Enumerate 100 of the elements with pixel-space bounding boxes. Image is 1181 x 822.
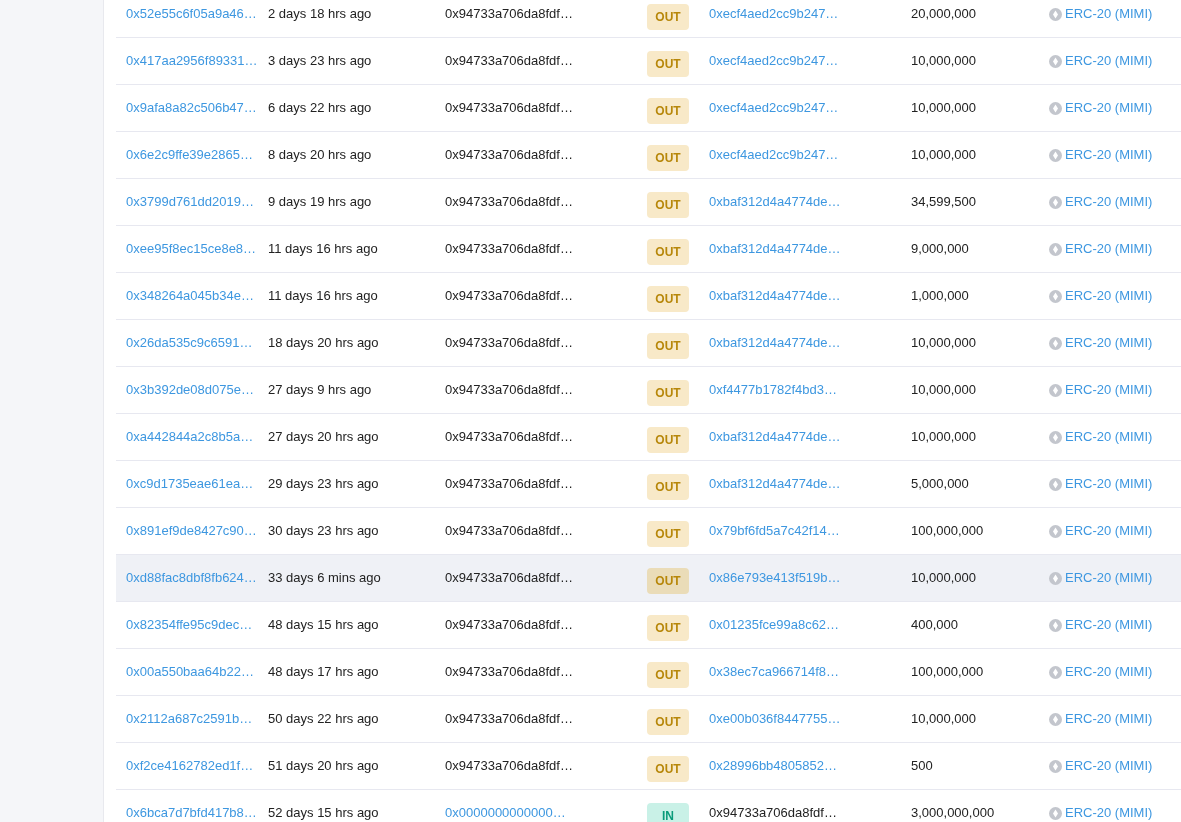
direction-tag: OUT <box>647 426 689 453</box>
to-link[interactable]: 0x86e793e413f519b… <box>709 570 841 586</box>
transaction-hash-link[interactable]: 0x52e55c6f05a9a46… <box>126 6 257 22</box>
amount-text: 100,000,000 <box>911 523 984 539</box>
from-link[interactable]: 0x0000000000000… <box>445 805 566 821</box>
to-link[interactable]: 0xbaf312d4a4774de… <box>709 241 841 257</box>
token-icon <box>1049 524 1062 538</box>
transaction-hash-link[interactable]: 0x6e2c9ffe39e2865… <box>126 147 253 163</box>
from-address: 0x94733a706da8fdf… <box>445 194 573 210</box>
from-address: 0x94733a706da8fdf… <box>445 241 573 257</box>
token-link[interactable]: ERC-20 (MIMI) <box>1065 239 1153 259</box>
age-text: 29 days 23 hrs ago <box>268 476 379 492</box>
direction-tag: OUT <box>647 755 689 782</box>
transaction-hash-link[interactable]: 0xee95f8ec15ce8e8… <box>126 241 257 257</box>
token-icon <box>1049 148 1062 162</box>
from-address: 0x94733a706da8fdf… <box>445 570 573 586</box>
token-link[interactable]: ERC-20 (MIMI) <box>1065 286 1153 306</box>
transaction-hash-link[interactable]: 0x3799d761dd2019… <box>126 194 254 210</box>
age-text: 50 days 22 hrs ago <box>268 711 379 727</box>
token-link[interactable]: ERC-20 (MIMI) <box>1065 427 1153 447</box>
from-address: 0x94733a706da8fdf… <box>445 758 573 774</box>
direction-tag: OUT <box>647 3 689 30</box>
token-icon <box>1049 383 1062 397</box>
age-text: 48 days 17 hrs ago <box>268 664 379 680</box>
to-link[interactable]: 0xbaf312d4a4774de… <box>709 288 841 304</box>
token-link[interactable]: ERC-20 (MIMI) <box>1065 756 1153 776</box>
direction-tag: OUT <box>647 191 689 218</box>
to-link[interactable]: 0x01235fce99a8c62… <box>709 617 840 633</box>
token-link[interactable]: ERC-20 (MIMI) <box>1065 333 1153 353</box>
amount-text: 400,000 <box>911 617 958 633</box>
to-link[interactable]: 0x38ec7ca966714f8… <box>709 664 840 680</box>
to-link[interactable]: 0x79bf6fd5a7c42f14… <box>709 523 840 539</box>
token-link[interactable]: ERC-20 (MIMI) <box>1065 98 1153 118</box>
from-address: 0x94733a706da8fdf… <box>445 382 573 398</box>
token-icon <box>1049 665 1062 679</box>
age-text: 51 days 20 hrs ago <box>268 758 379 774</box>
token-link[interactable]: ERC-20 (MIMI) <box>1065 615 1153 635</box>
from-address: 0x94733a706da8fdf… <box>445 523 573 539</box>
token-link[interactable]: ERC-20 (MIMI) <box>1065 521 1153 541</box>
to-link[interactable]: 0xecf4aed2cc9b247… <box>709 100 839 116</box>
age-text: 52 days 15 hrs ago <box>268 805 379 821</box>
amount-text: 9,000,000 <box>911 241 969 257</box>
transaction-hash-link[interactable]: 0x417aa2956f89331… <box>126 53 258 69</box>
token-link[interactable]: ERC-20 (MIMI) <box>1065 568 1153 588</box>
to-link[interactable]: 0xbaf312d4a4774de… <box>709 194 841 210</box>
direction-tag: OUT <box>647 144 689 171</box>
direction-tag: IN <box>647 802 689 822</box>
age-text: 6 days 22 hrs ago <box>268 100 372 116</box>
direction-tag: OUT <box>647 285 689 312</box>
token-link[interactable]: ERC-20 (MIMI) <box>1065 192 1153 212</box>
to-link[interactable]: 0xecf4aed2cc9b247… <box>709 6 839 22</box>
direction-tag: OUT <box>647 379 689 406</box>
direction-tag: OUT <box>647 238 689 265</box>
direction-tag: OUT <box>647 661 689 688</box>
token-link[interactable]: ERC-20 (MIMI) <box>1065 709 1153 729</box>
token-link[interactable]: ERC-20 (MIMI) <box>1065 380 1153 400</box>
to-link[interactable]: 0xf4477b1782f4bd3… <box>709 382 837 398</box>
transaction-hash-link[interactable]: 0x2112a687c2591b… <box>126 711 253 727</box>
transaction-hash-link[interactable]: 0x82354ffe95c9dec… <box>126 617 253 633</box>
transaction-hash-link[interactable]: 0xd88fac8dbf8fb624… <box>126 570 257 586</box>
token-icon <box>1049 759 1062 773</box>
to-link[interactable]: 0xecf4aed2cc9b247… <box>709 53 839 69</box>
direction-tag: OUT <box>647 520 689 547</box>
from-address: 0x94733a706da8fdf… <box>445 100 573 116</box>
direction-tag: OUT <box>647 567 689 594</box>
amount-text: 10,000,000 <box>911 100 977 116</box>
to-link[interactable]: 0x28996bb4805852… <box>709 758 837 774</box>
token-link[interactable]: ERC-20 (MIMI) <box>1065 145 1153 165</box>
token-icon <box>1049 289 1062 303</box>
age-text: 27 days 20 hrs ago <box>268 429 379 445</box>
transaction-hash-link[interactable]: 0xf2ce4162782ed1f… <box>126 758 254 774</box>
transaction-hash-link[interactable]: 0x00a550baa64b22… <box>126 664 254 680</box>
token-link[interactable]: ERC-20 (MIMI) <box>1065 474 1153 494</box>
from-address: 0x94733a706da8fdf… <box>445 711 573 727</box>
token-icon <box>1049 430 1062 444</box>
transaction-hash-link[interactable]: 0x6bca7d7bfd417b8… <box>126 805 257 821</box>
token-link[interactable]: ERC-20 (MIMI) <box>1065 4 1153 24</box>
amount-text: 100,000,000 <box>911 664 984 680</box>
transaction-hash-link[interactable]: 0x3b392de08d075e… <box>126 382 254 398</box>
amount-text: 3,000,000,000 <box>911 805 995 821</box>
transaction-hash-link[interactable]: 0xa442844a2c8b5a… <box>126 429 254 445</box>
amount-text: 10,000,000 <box>911 335 977 351</box>
transaction-hash-link[interactable]: 0x891ef9de8427c90… <box>126 523 257 539</box>
token-icon <box>1049 54 1062 68</box>
direction-tag: OUT <box>647 614 689 641</box>
from-address: 0x94733a706da8fdf… <box>445 335 573 351</box>
to-link[interactable]: 0xecf4aed2cc9b247… <box>709 147 839 163</box>
to-link[interactable]: 0xbaf312d4a4774de… <box>709 429 841 445</box>
to-link[interactable]: 0xbaf312d4a4774de… <box>709 476 841 492</box>
transaction-hash-link[interactable]: 0x26da535c9c6591… <box>126 335 253 351</box>
transaction-hash-link[interactable]: 0xc9d1735eae61ea… <box>126 476 254 492</box>
to-link[interactable]: 0xe00b036f8447755… <box>709 711 841 727</box>
age-text: 3 days 23 hrs ago <box>268 53 372 69</box>
token-link[interactable]: ERC-20 (MIMI) <box>1065 803 1153 822</box>
to-link[interactable]: 0xbaf312d4a4774de… <box>709 335 841 351</box>
token-link[interactable]: ERC-20 (MIMI) <box>1065 51 1153 71</box>
transaction-hash-link[interactable]: 0x348264a045b34e… <box>126 288 254 304</box>
amount-text: 10,000,000 <box>911 147 977 163</box>
transaction-hash-link[interactable]: 0x9afa8a82c506b47… <box>126 100 257 116</box>
token-link[interactable]: ERC-20 (MIMI) <box>1065 662 1153 682</box>
